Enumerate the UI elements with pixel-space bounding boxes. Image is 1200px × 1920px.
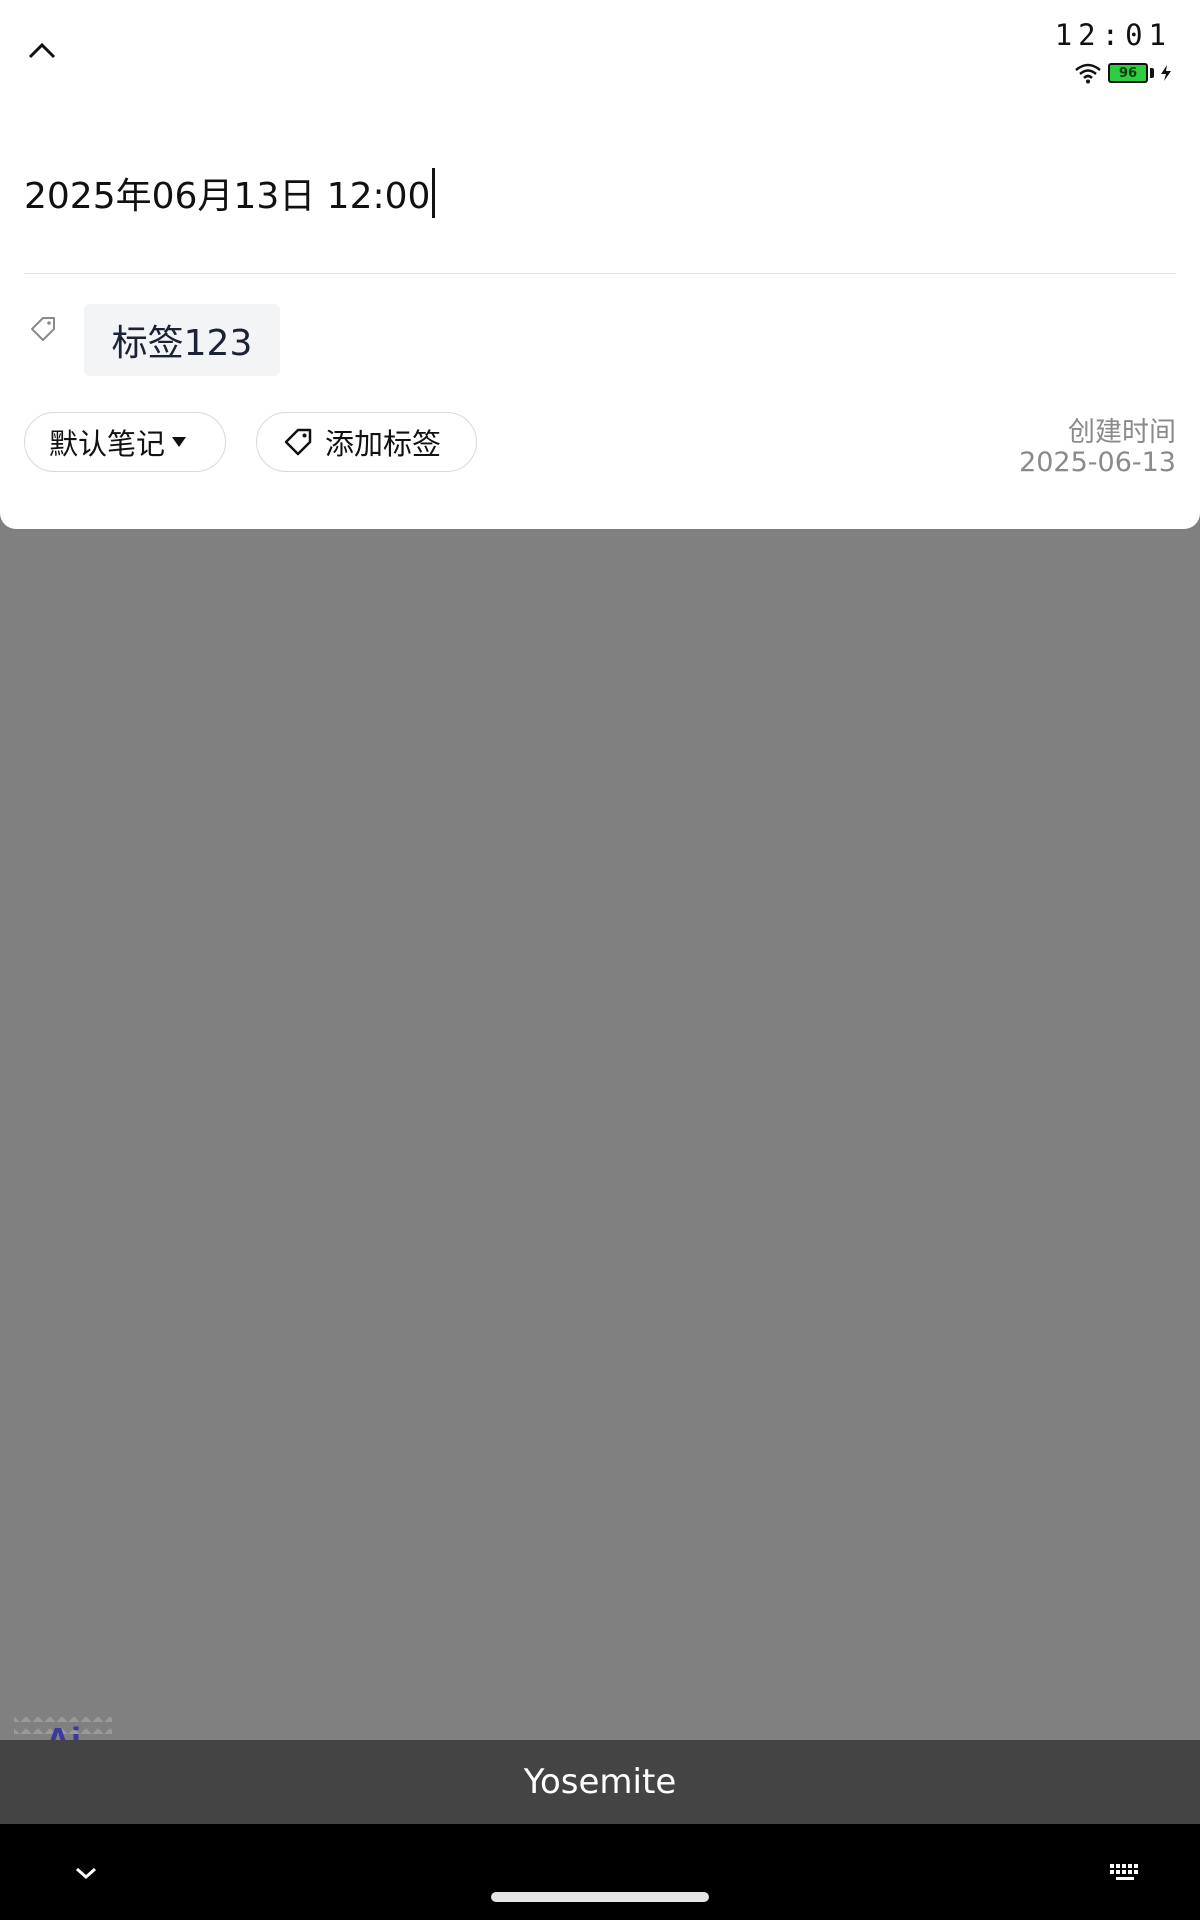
battery-tip — [1150, 68, 1154, 78]
chevron-up-icon[interactable] — [22, 32, 62, 72]
tag-icon — [31, 317, 55, 341]
status-time: 12:01 — [1054, 18, 1172, 52]
add-tag-label: 添加标签 — [325, 427, 442, 461]
keyboard-suggestion-bar[interactable]: Yosemite — [0, 1740, 1200, 1824]
battery-icon: 96 — [1108, 63, 1148, 83]
note-editor-panel: 12:01 96 2025年06月13日 12:00 标签123 默认笔记 添加… — [0, 0, 1200, 529]
status-icons: 96 — [1074, 60, 1172, 86]
wifi-icon — [1075, 63, 1101, 84]
battery-level: 96 — [1118, 65, 1138, 81]
notebook-label: 默认笔记 — [49, 427, 166, 461]
note-title-text: 2025年06月13日 12:00 — [24, 176, 431, 217]
tag-chip[interactable]: 标签123 — [84, 304, 280, 376]
divider — [24, 273, 1176, 274]
created-date: 2025-06-13 — [1019, 447, 1176, 478]
tag-chip-label: 标签123 — [111, 323, 253, 364]
text-cursor — [432, 168, 436, 218]
tag-outline-icon — [284, 428, 312, 456]
notebook-selector-button[interactable]: 默认笔记 — [24, 412, 226, 472]
keyboard-suggestion-label: Yosemite — [523, 1762, 677, 1802]
keyboard-icon[interactable] — [1108, 1862, 1142, 1884]
screen: 12:01 96 2025年06月13日 12:00 标签123 默认笔记 添加… — [0, 0, 1200, 1920]
navigation-bar — [0, 1824, 1200, 1920]
note-title-input[interactable]: 2025年06月13日 12:00 — [24, 165, 1124, 221]
charging-icon — [1161, 65, 1171, 81]
created-time-label: 创建时间 — [1068, 417, 1176, 448]
caret-down-icon — [172, 437, 187, 447]
add-tag-button[interactable]: 添加标签 — [256, 412, 477, 472]
home-handle[interactable] — [491, 1892, 709, 1902]
chevron-down-icon[interactable] — [72, 1864, 100, 1882]
